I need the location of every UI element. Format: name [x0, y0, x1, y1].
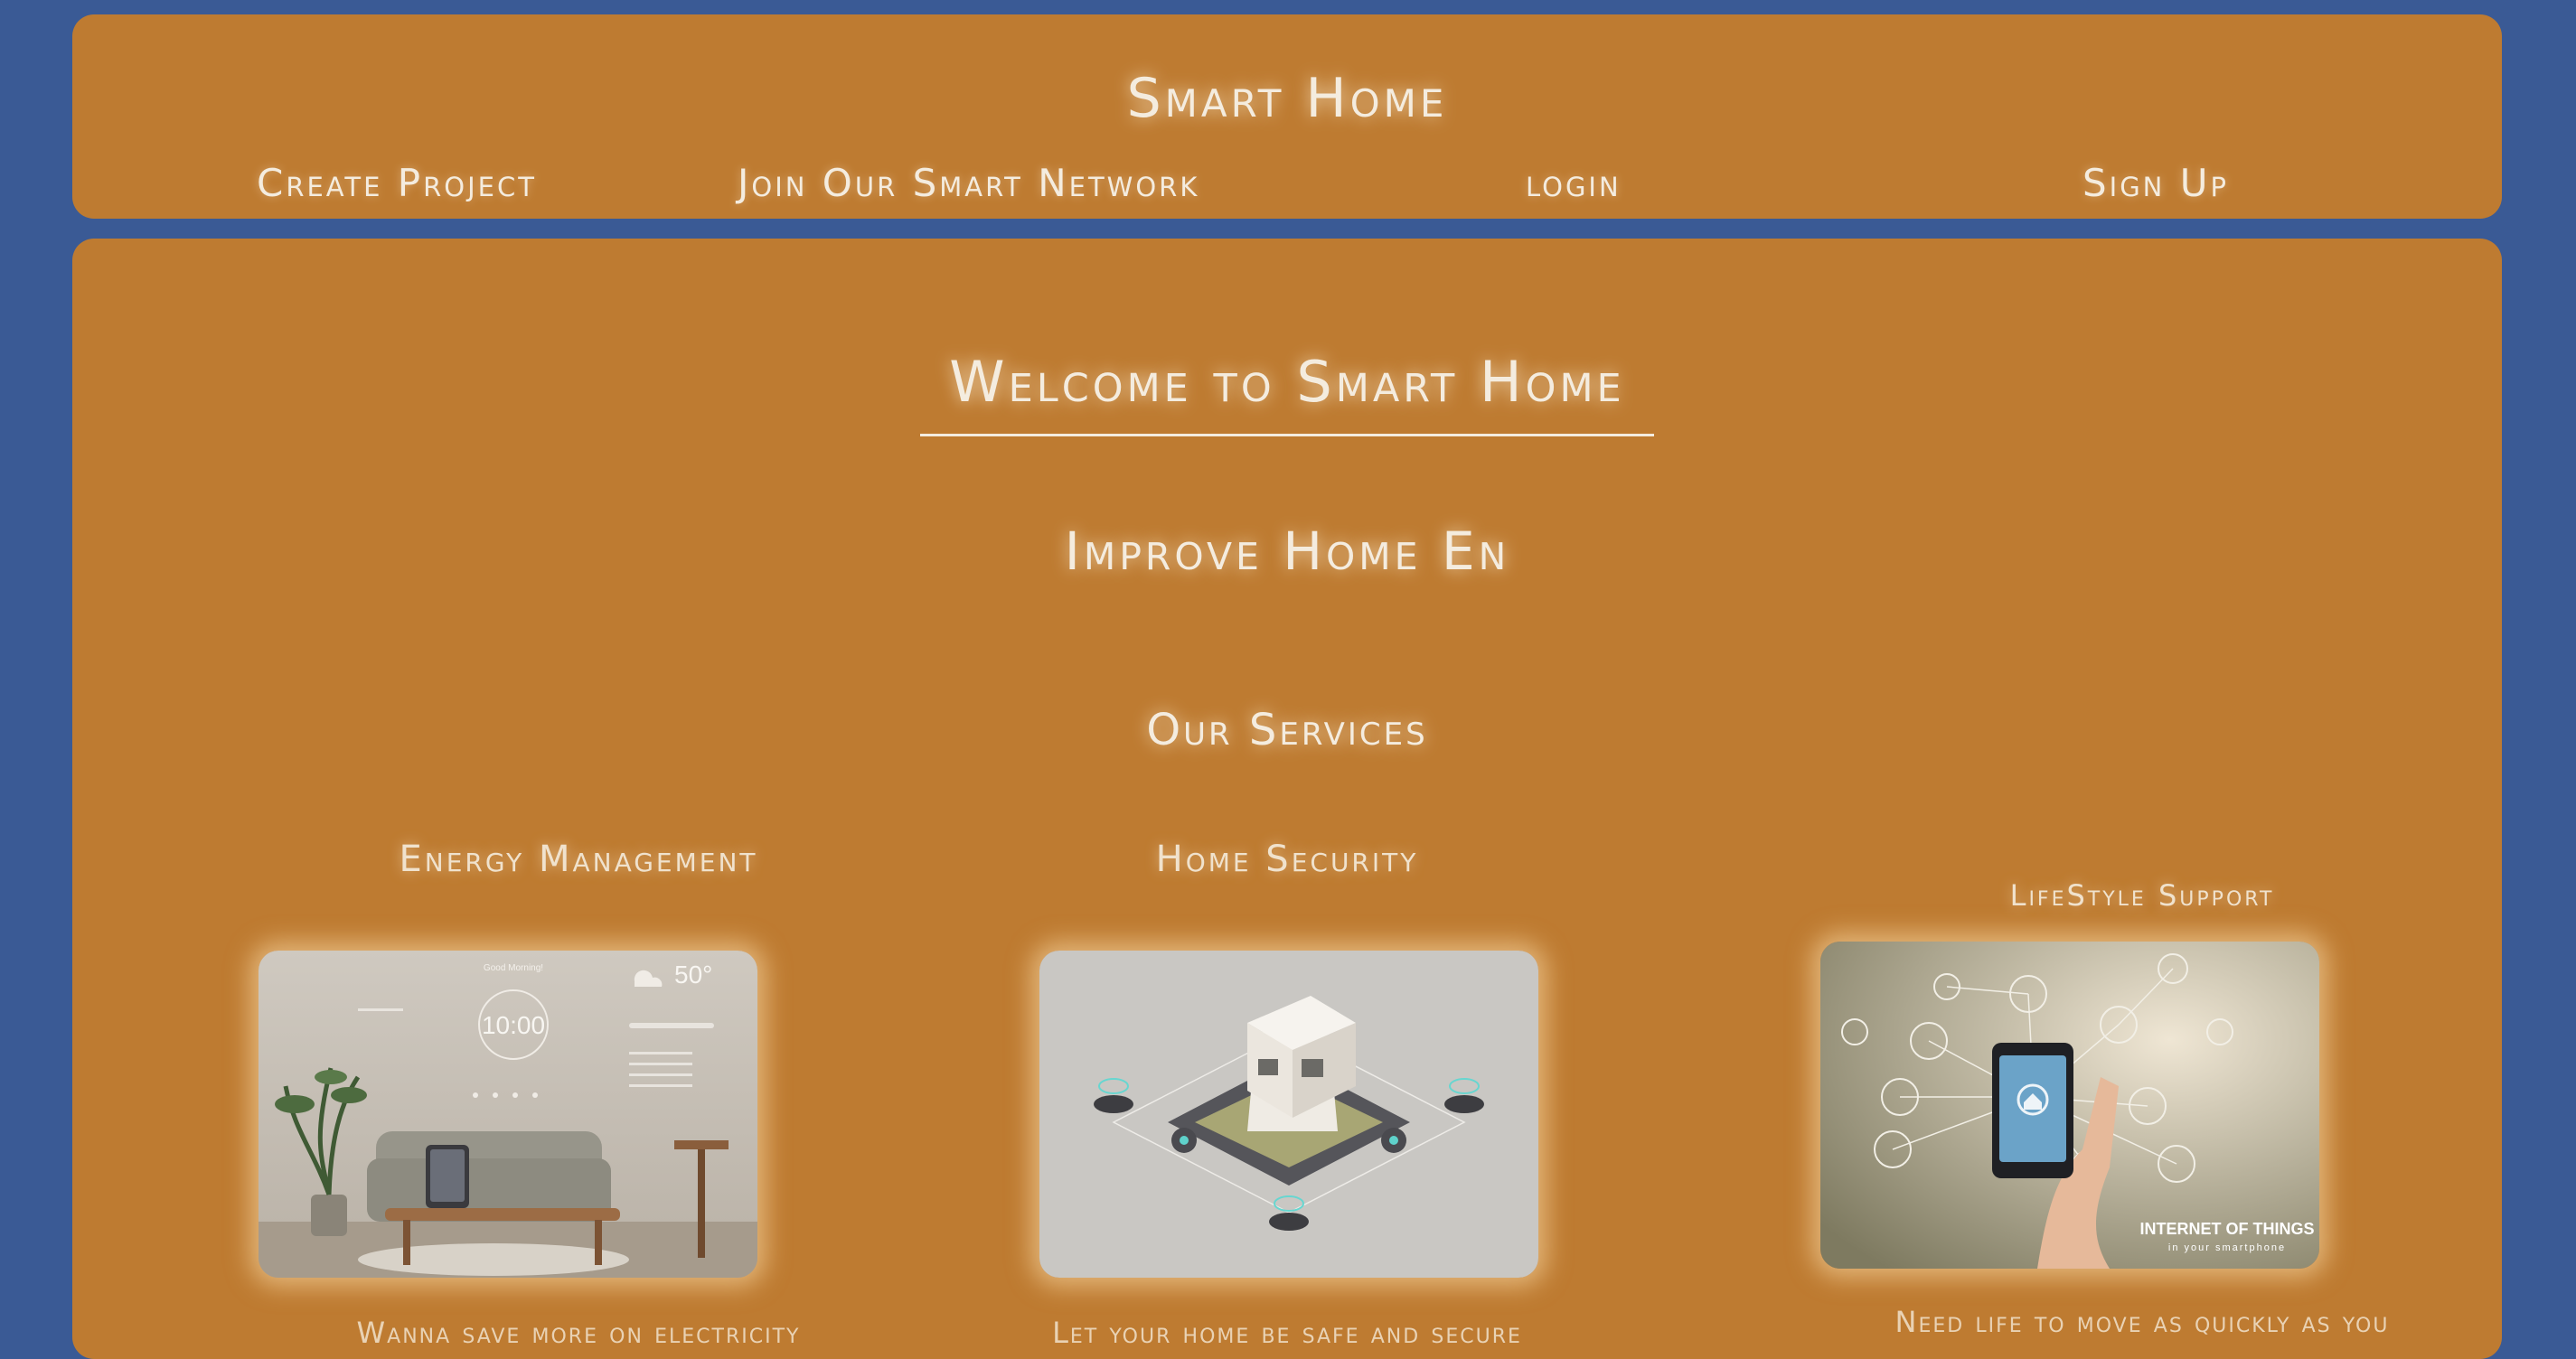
- service-desc-security: Let your home be safe and secure: [1052, 1316, 1522, 1350]
- service-desc-energy: Wanna save more on electricity: [356, 1316, 801, 1350]
- service-title-energy: Energy Management: [399, 839, 758, 880]
- isometric-house-illustration: [1039, 951, 1538, 1278]
- site-header: Smart Home Create Project Join Our Smart…: [72, 14, 2502, 219]
- service-title-security: Home Security: [1155, 839, 1419, 880]
- internet-of-things-illustration: INTERNET OF THINGS in your smartphone: [1820, 942, 2319, 1269]
- services-heading: Our Services: [1146, 705, 1428, 755]
- overlay-temperature: 50°: [674, 961, 712, 989]
- overlay-iot-subheading: in your smartphone: [2168, 1242, 2286, 1253]
- lifestyle-support-image[interactable]: INTERNET OF THINGS in your smartphone: [1820, 942, 2319, 1269]
- living-room-illustration: Good Morning! 10:00 50°: [259, 951, 757, 1278]
- improve-heading: Improve Home En: [1064, 520, 1510, 582]
- welcome-heading: Welcome to Smart Home: [949, 349, 1625, 415]
- overlay-iot-heading: INTERNET OF THINGS: [2140, 1220, 2315, 1238]
- heading-divider: [920, 434, 1654, 436]
- home-security-image[interactable]: [1039, 951, 1538, 1278]
- service-desc-lifestyle: Need life to move as quickly as you: [1894, 1305, 2390, 1339]
- main-panel: Welcome to Smart Home Improve Home En Ou…: [72, 239, 2502, 1359]
- nav-create-project[interactable]: Create Project: [257, 161, 537, 205]
- overlay-time: 10:00: [482, 1011, 545, 1039]
- nav-login[interactable]: login: [1526, 161, 1622, 205]
- overlay-greeting: Good Morning!: [484, 963, 543, 973]
- nav-join-network[interactable]: Join Our Smart Network: [738, 161, 1199, 205]
- nav-sign-up[interactable]: Sign Up: [2082, 161, 2229, 205]
- energy-management-image[interactable]: Good Morning! 10:00 50°: [259, 951, 757, 1278]
- service-title-lifestyle: LifeStyle Support: [2009, 878, 2275, 913]
- site-title: Smart Home: [1126, 67, 1448, 130]
